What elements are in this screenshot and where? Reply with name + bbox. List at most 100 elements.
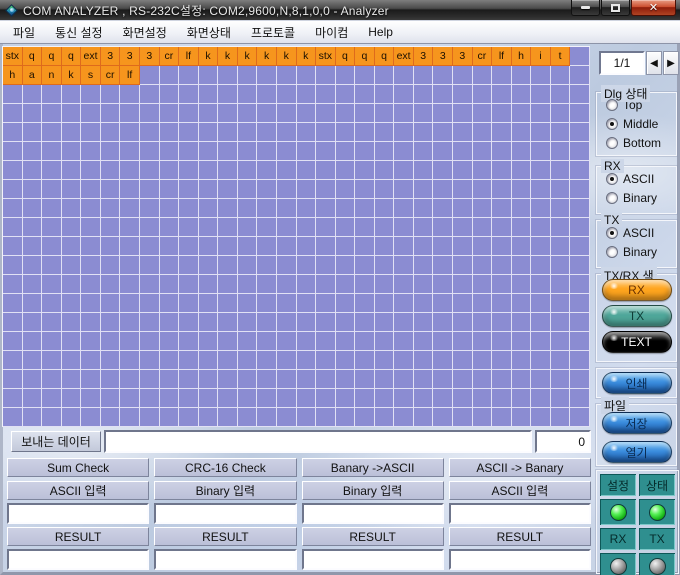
radio-icon[interactable] xyxy=(606,173,618,185)
tool-input-sum-check[interactable] xyxy=(7,503,149,524)
radio-icon[interactable] xyxy=(606,137,618,149)
tool-title-crc-16-check[interactable]: CRC-16 Check xyxy=(154,458,296,477)
grid-cell xyxy=(42,275,62,294)
grid-cell xyxy=(531,237,551,256)
save-button[interactable]: 저장 xyxy=(602,412,672,434)
grid-cell xyxy=(453,218,473,237)
grid-cell xyxy=(160,389,180,408)
tool-title-banary-ascii[interactable]: Banary ->ASCII xyxy=(302,458,444,477)
color-button-rx[interactable]: RX xyxy=(602,279,672,301)
tool-input-crc-16-check[interactable] xyxy=(154,503,296,524)
grid-cell xyxy=(101,351,121,370)
menu-item-help[interactable]: Help xyxy=(358,22,403,42)
grid-cell xyxy=(375,389,395,408)
grid-cell xyxy=(120,199,140,218)
grid-cell xyxy=(140,370,160,389)
color-button-text[interactable]: TEXT xyxy=(602,331,672,353)
grid-cell xyxy=(140,332,160,351)
close-button[interactable]: ✕ xyxy=(631,0,676,16)
radio-icon[interactable] xyxy=(606,227,618,239)
tool-title-ascii-banary[interactable]: ASCII -> Banary xyxy=(449,458,591,477)
grid-cell xyxy=(101,332,121,351)
tx-mode-option-ascii[interactable]: ASCII xyxy=(606,225,676,240)
grid-cell xyxy=(120,313,140,332)
grid-cell xyxy=(297,275,317,294)
grid-cell xyxy=(62,161,82,180)
radio-icon[interactable] xyxy=(606,99,618,111)
grid-cell xyxy=(218,199,238,218)
grid-cell: 3 xyxy=(433,47,453,66)
tool-title-sum-check[interactable]: Sum Check xyxy=(7,458,149,477)
grid-cell xyxy=(492,199,512,218)
tool-result-crc-16-check[interactable] xyxy=(154,549,296,570)
grid-cell xyxy=(512,351,532,370)
prev-page-button[interactable]: ◀ xyxy=(646,51,662,75)
dlg-state-option-bottom[interactable]: Bottom xyxy=(606,135,676,150)
grid-cell xyxy=(277,370,297,389)
rx-mode-option-ascii[interactable]: ASCII xyxy=(606,171,676,186)
tool-result-sum-check[interactable] xyxy=(7,549,149,570)
tool-result-banary-ascii[interactable] xyxy=(302,549,444,570)
grid-cell xyxy=(531,180,551,199)
maximize-button[interactable] xyxy=(601,0,630,16)
minimize-button[interactable] xyxy=(571,0,600,16)
menu-item-화면상태[interactable]: 화면상태 xyxy=(177,21,241,44)
grid-cell xyxy=(355,389,375,408)
grid-cell xyxy=(199,161,219,180)
grid-cell xyxy=(218,313,238,332)
grid-cell xyxy=(512,66,532,85)
grid-cell xyxy=(512,199,532,218)
tool-input-ascii-banary[interactable] xyxy=(449,503,591,524)
grid-cell xyxy=(101,256,121,275)
page-navigator: 1/1 ◀ ▶ xyxy=(599,51,679,75)
grid-cell xyxy=(297,218,317,237)
dlg-state-option-middle[interactable]: Middle xyxy=(606,116,676,131)
grid-cell xyxy=(160,408,180,427)
grid-cell xyxy=(316,294,336,313)
grid-cell xyxy=(316,123,336,142)
grid-cell xyxy=(42,180,62,199)
grid-cell xyxy=(238,332,258,351)
grid-cell xyxy=(316,85,336,104)
grid-cell xyxy=(199,123,219,142)
grid-cell xyxy=(394,408,414,427)
grid-cell xyxy=(199,104,219,123)
tx-mode-option-binary[interactable]: Binary xyxy=(606,244,676,259)
grid-cell xyxy=(199,85,219,104)
grid-cell xyxy=(179,123,199,142)
menu-item-프로토콜[interactable]: 프로토콜 xyxy=(241,21,305,44)
grid-cell xyxy=(101,85,121,104)
tool-result-ascii-banary[interactable] xyxy=(449,549,591,570)
grid-cell xyxy=(23,313,43,332)
grid-cell xyxy=(179,142,199,161)
grid-cell xyxy=(81,370,101,389)
dlg-state-option-label: Bottom xyxy=(623,136,661,150)
next-page-button[interactable]: ▶ xyxy=(663,51,679,75)
grid-cell xyxy=(336,237,356,256)
grid-cell: q xyxy=(42,47,62,66)
grid-cell xyxy=(414,180,434,199)
radio-icon[interactable] xyxy=(606,118,618,130)
grid-cell xyxy=(394,123,414,142)
color-button-tx[interactable]: TX xyxy=(602,305,672,327)
open-button[interactable]: 열기 xyxy=(602,441,672,463)
menu-item-마이컴[interactable]: 마이컴 xyxy=(305,21,358,44)
radio-icon[interactable] xyxy=(606,246,618,258)
menu-item-화면설정[interactable]: 화면설정 xyxy=(113,21,177,44)
grid-cell xyxy=(23,85,43,104)
grid-cell xyxy=(473,313,493,332)
menu-item-파일[interactable]: 파일 xyxy=(3,21,45,44)
print-button[interactable]: 인쇄 xyxy=(602,372,672,394)
rx-mode-option-binary[interactable]: Binary xyxy=(606,190,676,205)
data-grid[interactable]: stxqqqext333crlfkkkkkkstxqqqext333crlfhi… xyxy=(2,46,590,427)
send-data-input[interactable] xyxy=(104,430,532,453)
rx-group-label: RX xyxy=(601,159,624,173)
tool-input-banary-ascii[interactable] xyxy=(302,503,444,524)
grid-cell xyxy=(277,66,297,85)
radio-icon[interactable] xyxy=(606,192,618,204)
grid-cell: k xyxy=(257,47,277,66)
menu-item-통신-설정[interactable]: 통신 설정 xyxy=(45,21,113,44)
grid-cell: q xyxy=(355,47,375,66)
grid-cell xyxy=(375,142,395,161)
grid-cell xyxy=(218,294,238,313)
